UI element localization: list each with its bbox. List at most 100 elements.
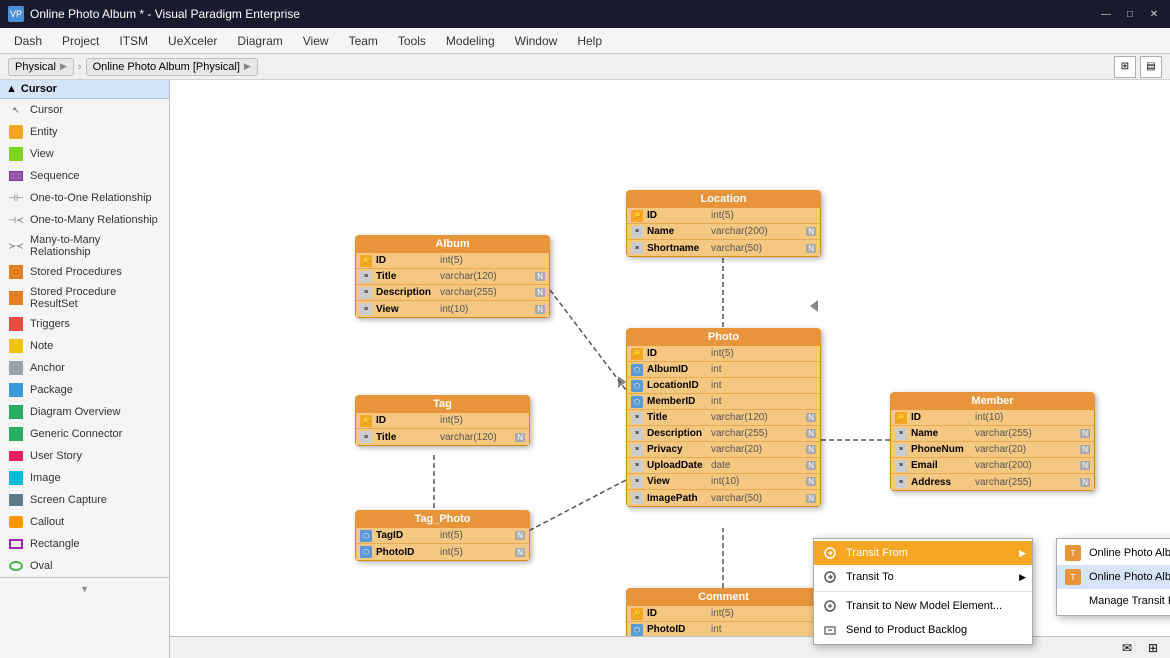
panel-item-entity[interactable]: Entity [0,121,169,143]
col-name: Title [376,271,436,282]
menu-project[interactable]: Project [52,30,109,52]
submenu-online-photo[interactable]: T Online Photo Album.Photo [1057,541,1170,565]
menu-uexceler[interactable]: UeXceler [158,30,227,52]
table-row: 🔑 ID int(5) [627,606,820,622]
panel-item-stored-result[interactable]: Stored Procedure ResultSet [0,283,169,313]
panel-item-view[interactable]: View [0,143,169,165]
col-name: ID [376,255,436,266]
table-photo[interactable]: Photo 🔑 ID int(5) ⬡ AlbumID int ⬡ Locati… [626,328,821,507]
ctx-transit-from[interactable]: Transit From ▶ [814,541,1032,565]
view-icon [8,146,24,162]
breadcrumb-physical-label: Physical [15,61,56,73]
table-member[interactable]: Member 🔑 ID int(10) ≡ Name varchar(255) … [890,392,1095,491]
context-menu: Transit From ▶ Transit To ▶ Transit to N… [813,538,1033,645]
panel-item-one-to-many[interactable]: ⊣≺ One-to-Many Relationship [0,209,169,231]
submenu-online-logical[interactable]: T Online Photo Album [Logical].Photo [1057,565,1170,589]
fk-icon: ⬡ [360,530,372,542]
panel-item-sequence[interactable]: Sequence [0,165,169,187]
breadcrumb-grid-icon[interactable]: ⊞ [1114,56,1136,78]
col-name: Name [647,226,707,237]
panel-label-one-to-one: One-to-One Relationship [30,192,152,204]
panel-item-stored-proc[interactable]: Stored Procedures [0,261,169,283]
ctx-send-backlog[interactable]: Send to Product Backlog [814,618,1032,642]
panel-item-image[interactable]: Image [0,467,169,489]
col-type: varchar(120) [440,271,531,282]
panel-item-oval[interactable]: Oval [0,555,169,577]
maximize-button[interactable]: □ [1122,6,1138,22]
table-tag-photo[interactable]: Tag_Photo ⬡ TagID int(5) N ⬡ PhotoID int… [355,510,530,561]
panel-item-one-to-one[interactable]: ⊣⊢ One-to-One Relationship [0,187,169,209]
null-badge: N [515,548,525,557]
table-album[interactable]: Album 🔑 ID int(5) ≡ Title varchar(120) N… [355,235,550,318]
panel-item-triggers[interactable]: Triggers [0,313,169,335]
menu-itsm[interactable]: ITSM [109,30,158,52]
transit-from-icon [822,545,838,561]
menu-view[interactable]: View [293,30,339,52]
panel-label-one-to-many: One-to-Many Relationship [30,214,158,226]
ctx-transit-to[interactable]: Transit To ▶ [814,565,1032,589]
breadcrumb-icons: ⊞ ▤ [1114,56,1162,78]
panel-label-sequence: Sequence [30,170,80,182]
stored-result-icon [8,290,24,306]
col-icon: ≡ [631,242,643,254]
sequence-icon [8,168,24,184]
stored-proc-icon [8,264,24,280]
app-icon: VP [8,6,24,22]
panel-item-callout[interactable]: Callout [0,511,169,533]
menu-diagram[interactable]: Diagram [227,30,292,52]
panel-label-entity: Entity [30,126,58,138]
col-type: varchar(200) [975,460,1076,471]
close-button[interactable]: ✕ [1146,6,1162,22]
callout-icon [8,514,24,530]
table-tag-photo-body: ⬡ TagID int(5) N ⬡ PhotoID int(5) N [355,528,530,561]
col-icon: ≡ [360,271,372,283]
col-icon: ≡ [631,444,643,456]
entity-icon [8,124,24,140]
panel-item-cursor[interactable]: ↖ Cursor [0,99,169,121]
transit-new-icon [822,598,838,614]
table-location-body: 🔑 ID int(5) ≡ Name varchar(200) N ≡ Shor… [626,208,821,257]
menu-window[interactable]: Window [505,30,568,52]
menu-help[interactable]: Help [567,30,612,52]
col-name: Shortname [647,243,707,254]
menu-tools[interactable]: Tools [388,30,436,52]
package-icon [8,382,24,398]
panel-item-note[interactable]: Note [0,335,169,357]
panel-label-stored-result: Stored Procedure ResultSet [30,286,161,310]
status-settings-icon[interactable]: ⊞ [1144,639,1162,657]
panel-item-user-story[interactable]: User Story [0,445,169,467]
ctx-transit-new[interactable]: Transit to New Model Element... [814,594,1032,618]
col-type: int(5) [711,210,816,221]
col-type: int(5) [440,530,511,541]
table-photo-body: 🔑 ID int(5) ⬡ AlbumID int ⬡ LocationID i… [626,346,821,507]
panel-item-many-to-many[interactable]: ≻≺ Many-to-Many Relationship [0,231,169,261]
screen-capture-icon [8,492,24,508]
table-location[interactable]: Location 🔑 ID int(5) ≡ Name varchar(200)… [626,190,821,257]
null-badge: N [1080,461,1090,470]
table-row: ≡ UploadDate date N [627,458,820,474]
panel-label-anchor: Anchor [30,362,65,374]
submenu-manage-transit[interactable]: Manage Transit From... [1057,589,1170,613]
table-row: ⬡ AlbumID int [627,362,820,378]
cursor-icon: ↖ [8,102,24,118]
panel-item-rectangle[interactable]: Rectangle [0,533,169,555]
col-type: varchar(255) [975,428,1076,439]
minimize-button[interactable]: — [1098,6,1114,22]
menu-dash[interactable]: Dash [4,30,52,52]
panel-item-generic-connector[interactable]: Generic Connector [0,423,169,445]
menu-modeling[interactable]: Modeling [436,30,505,52]
panel-item-diagram-overview[interactable]: Diagram Overview [0,401,169,423]
panel-item-package[interactable]: Package [0,379,169,401]
col-name: Privacy [647,444,707,455]
col-type: date [711,460,802,471]
status-mail-icon[interactable]: ✉ [1118,639,1136,657]
breadcrumb-layout-icon[interactable]: ▤ [1140,56,1162,78]
user-story-icon [8,448,24,464]
menu-team[interactable]: Team [339,30,388,52]
diagram-canvas[interactable]: Location 🔑 ID int(5) ≡ Name varchar(200)… [170,80,1170,658]
panel-item-screen-capture[interactable]: Screen Capture [0,489,169,511]
panel-item-anchor[interactable]: Anchor [0,357,169,379]
breadcrumb-album[interactable]: Online Photo Album [Physical] ▶ [86,58,258,76]
breadcrumb-physical[interactable]: Physical ▶ [8,58,74,76]
table-tag[interactable]: Tag 🔑 ID int(5) ≡ Title varchar(120) N [355,395,530,446]
